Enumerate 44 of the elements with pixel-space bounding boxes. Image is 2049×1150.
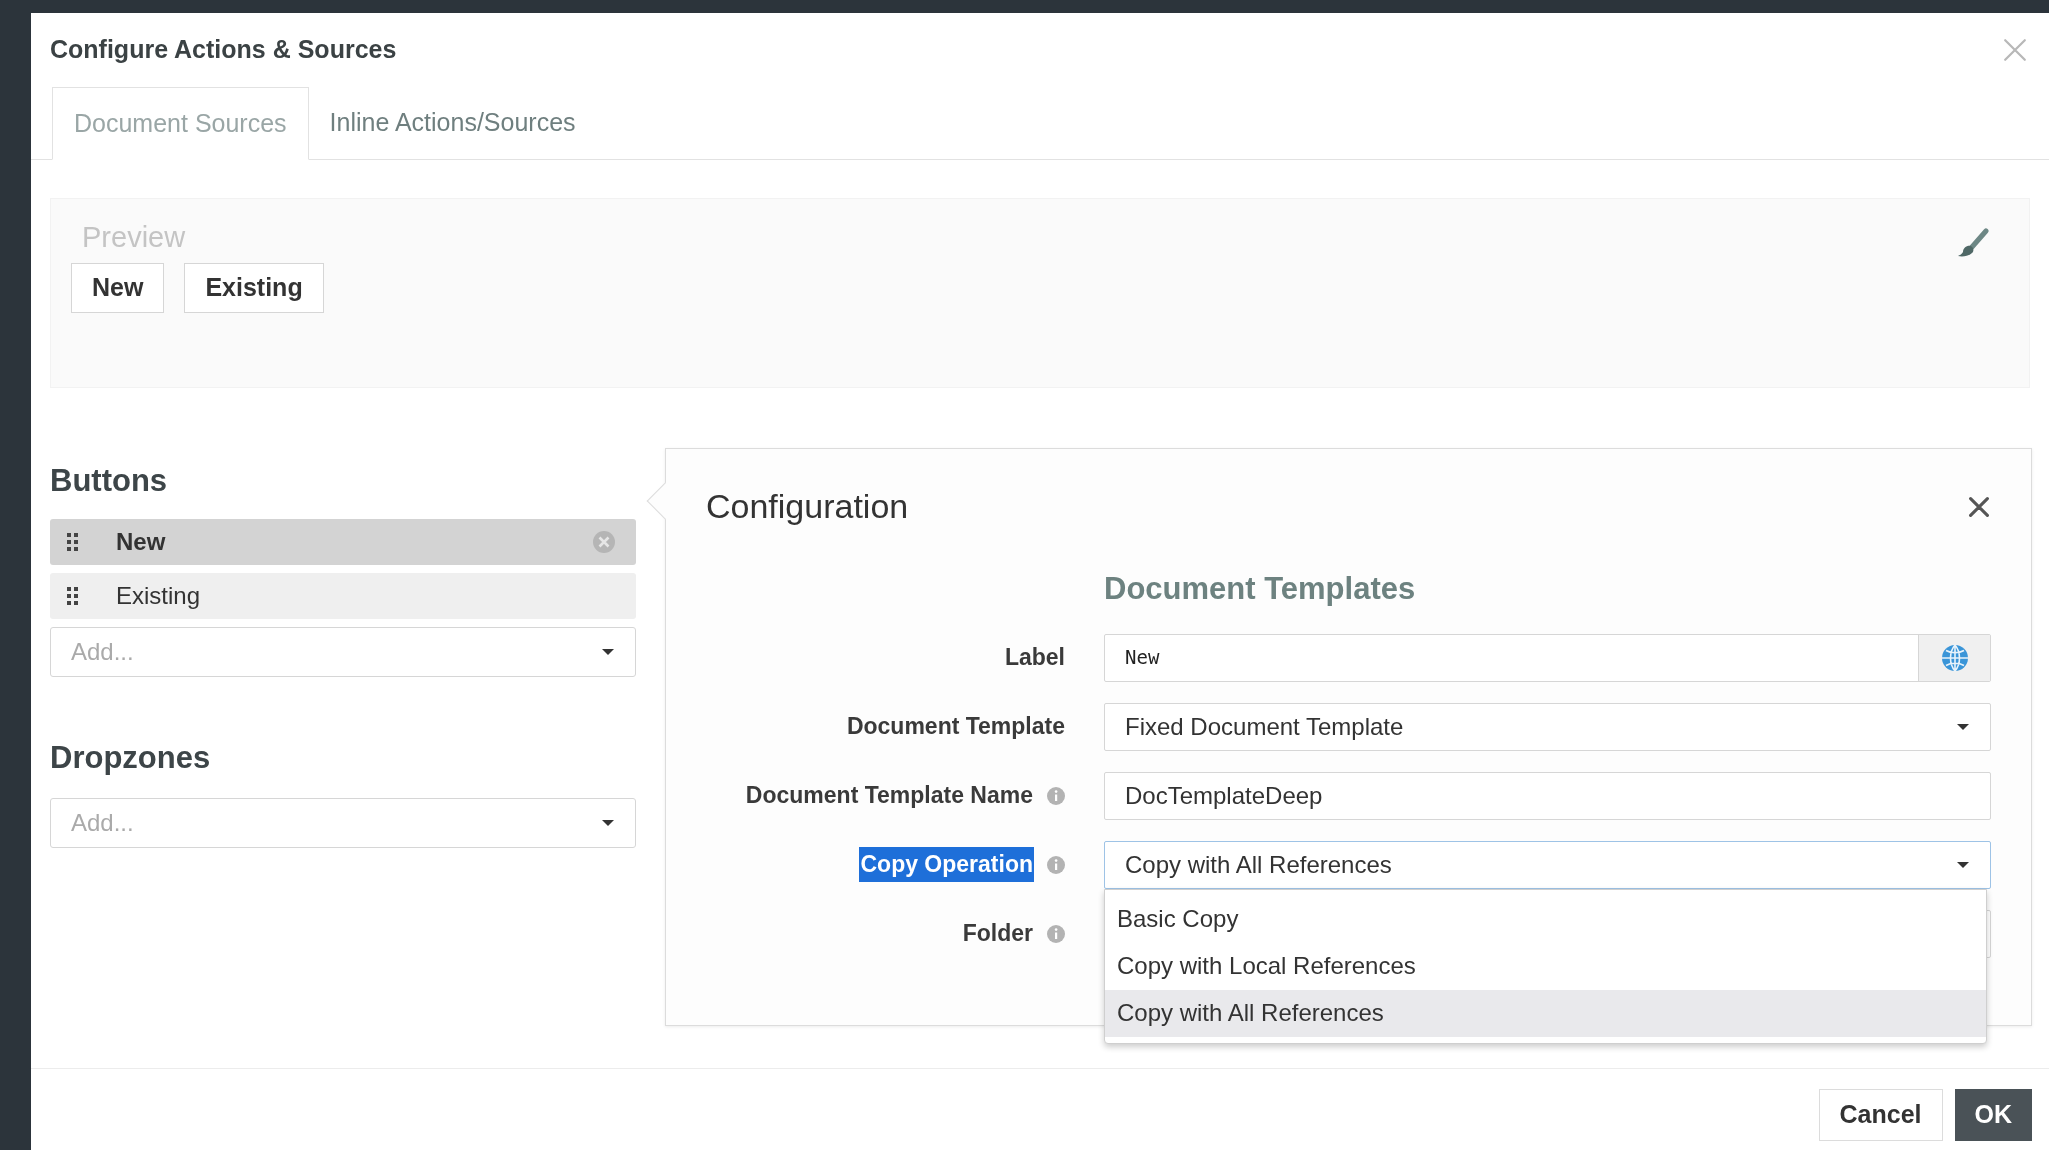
button-list-item[interactable]: New bbox=[50, 518, 636, 565]
section-heading: Buttons bbox=[50, 462, 169, 500]
field-label: Label bbox=[1003, 643, 1066, 673]
add-placeholder: Add... bbox=[71, 808, 134, 838]
preview-button[interactable]: New bbox=[71, 263, 165, 313]
dropdown-option[interactable]: Copy with Local References bbox=[1105, 942, 1986, 990]
button-list-item[interactable]: Existing bbox=[50, 572, 636, 619]
field-value: Copy with All References bbox=[1125, 849, 1392, 880]
info-icon bbox=[1046, 854, 1066, 875]
field-value: New bbox=[1124, 645, 1161, 671]
caret-icon bbox=[601, 819, 615, 827]
ok-button[interactable]: OK bbox=[1954, 1089, 2032, 1141]
field-label: Copy Operation bbox=[859, 847, 1034, 882]
info-icon bbox=[1046, 923, 1066, 944]
item-label: Existing bbox=[116, 580, 202, 611]
caret-icon bbox=[601, 647, 615, 656]
dialog-title: Configure Actions & Sources bbox=[50, 34, 397, 66]
info-icon bbox=[1046, 785, 1066, 806]
form-section-title: Document Templates bbox=[1104, 570, 1417, 608]
cancel-button[interactable]: Cancel bbox=[1818, 1089, 1943, 1141]
language-button[interactable] bbox=[1918, 634, 1990, 681]
item-label: New bbox=[116, 526, 167, 557]
caret-icon bbox=[1956, 722, 1970, 731]
field-label: Folder bbox=[961, 919, 1034, 949]
section-heading: Dropzones bbox=[50, 738, 212, 777]
label-field[interactable]: New bbox=[1104, 633, 1991, 682]
dropdown-option[interactable]: Basic Copy bbox=[1105, 895, 1986, 943]
select-field[interactable]: Copy with All References bbox=[1104, 840, 1991, 889]
preview-button[interactable]: Existing bbox=[184, 263, 324, 313]
field-label: Document Template Name bbox=[744, 781, 1034, 811]
drag-handle-icon[interactable] bbox=[67, 586, 79, 605]
caret-icon bbox=[1956, 860, 1970, 869]
field-value: DocTemplateDeep bbox=[1125, 780, 1323, 811]
dropdown-option[interactable]: Copy with All References bbox=[1105, 989, 1986, 1037]
globe-icon bbox=[1940, 643, 1969, 672]
add-placeholder: Add... bbox=[71, 636, 134, 667]
field-label: Document Template bbox=[845, 712, 1066, 742]
panel-title: Configuration bbox=[706, 486, 909, 527]
text-field[interactable]: DocTemplateDeep bbox=[1104, 771, 1991, 820]
drag-handle-icon[interactable] bbox=[67, 532, 79, 551]
close-icon[interactable] bbox=[1967, 494, 1991, 519]
select-field[interactable]: Fixed Document Template bbox=[1104, 702, 1991, 751]
tab[interactable]: Inline Actions/Sources bbox=[308, 87, 597, 159]
field-value: Fixed Document Template bbox=[1125, 711, 1404, 742]
